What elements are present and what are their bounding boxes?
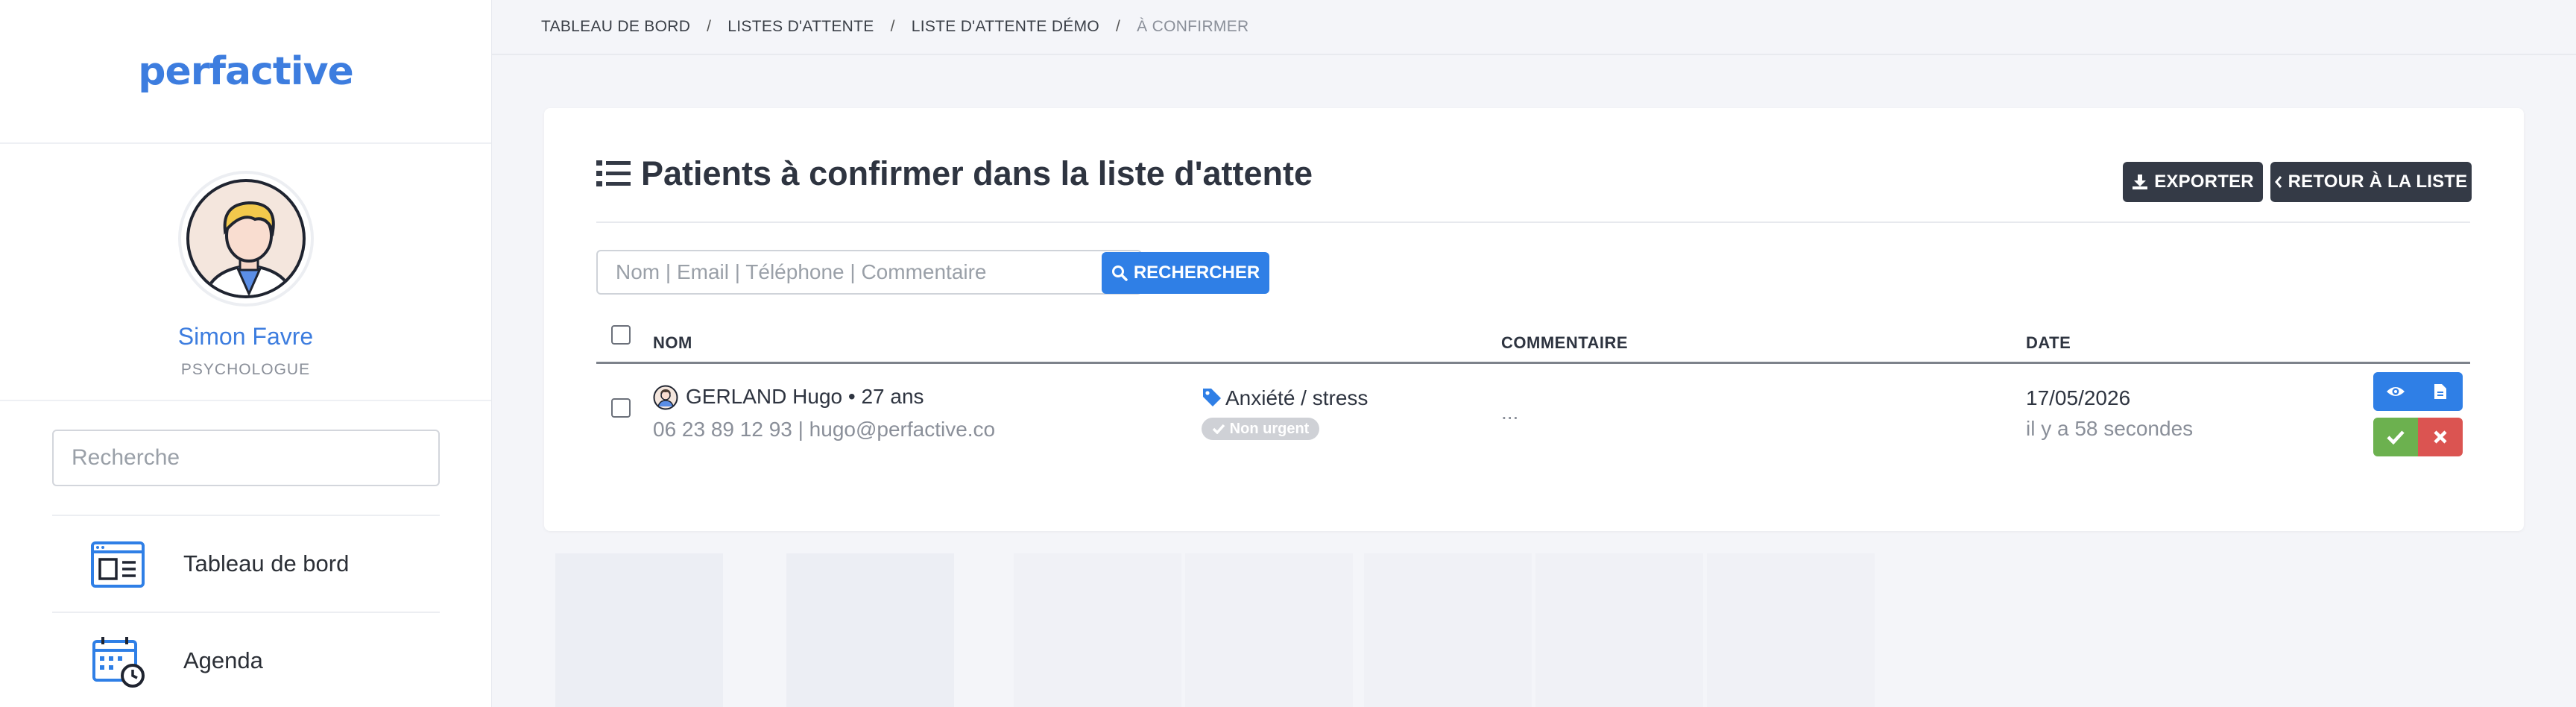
search-button[interactable]: RECHERCHER	[1102, 252, 1269, 294]
breadcrumb-separator: /	[890, 18, 895, 35]
export-button-label: EXPORTER	[2154, 172, 2254, 192]
date-cell: 17/05/2026	[2026, 386, 2131, 409]
breadcrumb-waiting-lists[interactable]: LISTES D'ATTENTE	[727, 18, 874, 36]
avatar[interactable]	[177, 171, 314, 307]
export-button[interactable]: EXPORTER	[2123, 162, 2263, 202]
sidebar-item-label: Agenda	[183, 647, 263, 673]
view-button[interactable]	[2373, 372, 2418, 411]
sidebar-item-dashboard[interactable]: Tableau de bord	[52, 516, 440, 612]
dashboard-icon	[91, 541, 145, 588]
confirm-button[interactable]	[2373, 418, 2418, 456]
table-header-rule	[596, 362, 2470, 364]
patient-tag: Anxiété / stress	[1225, 386, 1368, 409]
sidebar-item-label: Tableau de bord	[183, 550, 350, 576]
urgency-badge: Non urgent	[1202, 418, 1319, 440]
user-profile: Simon Favre PSYCHOLOGUE	[0, 144, 491, 401]
sidebar-item-agenda[interactable]: Agenda	[52, 613, 440, 707]
download-icon	[2133, 175, 2148, 189]
user-name[interactable]: Simon Favre	[178, 323, 313, 351]
back-button-label: RETOUR À LA LISTE	[2288, 172, 2468, 192]
background-placeholder	[1707, 553, 1875, 707]
check-icon	[1212, 424, 1225, 434]
logo-area: perfactive	[0, 0, 491, 144]
select-all-checkbox[interactable]	[611, 325, 631, 345]
breadcrumb-demo-list[interactable]: LISTE D'ATTENTE DÉMO	[912, 18, 1099, 36]
sidebar: perfactive Simon Favre PSYCHOLOGUE Reche…	[0, 0, 492, 707]
breadcrumb: TABLEAU DE BORD / LISTES D'ATTENTE / LIS…	[492, 0, 2576, 55]
background-placeholder	[786, 553, 954, 707]
search-icon	[1111, 265, 1128, 281]
sidebar-search-input[interactable]: Recherche	[52, 430, 440, 486]
background-placeholder	[1185, 553, 1353, 707]
breadcrumb-current: À CONFIRMER	[1137, 18, 1249, 35]
chevron-left-icon	[2274, 176, 2282, 188]
background-placeholder	[1535, 553, 1703, 707]
column-header-date[interactable]: DATE	[2026, 333, 2071, 353]
divider	[596, 221, 2470, 223]
background-placeholder	[1364, 553, 1532, 707]
background-placeholder	[555, 553, 723, 707]
page-title-text: Patients à confirmer dans la liste d'att…	[641, 154, 1313, 192]
check-icon	[2387, 430, 2405, 444]
breadcrumb-separator: /	[1116, 18, 1121, 35]
eye-icon	[2387, 387, 2405, 396]
user-role: PSYCHOLOGUE	[180, 361, 311, 378]
patient-avatar-icon	[653, 385, 678, 410]
breadcrumb-separator: /	[707, 18, 712, 35]
close-icon	[2434, 430, 2447, 444]
row-checkbox[interactable]	[611, 398, 631, 418]
search-button-label: RECHERCHER	[1133, 263, 1260, 283]
tag-icon	[1203, 389, 1221, 406]
list-icon	[596, 160, 631, 186]
column-header-comment[interactable]: COMMENTAIRE	[1501, 333, 1628, 353]
document-icon	[2434, 384, 2446, 399]
waiting-list-card: Patients à confirmer dans la liste d'att…	[544, 108, 2524, 531]
comment-cell: ...	[1501, 400, 1519, 424]
column-header-name[interactable]: NOM	[653, 333, 692, 353]
patient-search-input[interactable]: Nom | Email | Téléphone | Commentaire	[596, 250, 1142, 295]
avatar-illustration	[186, 179, 306, 298]
page-title: Patients à confirmer dans la liste d'att…	[596, 154, 1313, 193]
relative-time: il y a 58 secondes	[2026, 417, 2194, 440]
reject-button[interactable]	[2418, 418, 2463, 456]
document-button[interactable]	[2418, 372, 2463, 411]
back-to-list-button[interactable]: RETOUR À LA LISTE	[2270, 162, 2472, 202]
background-placeholder	[1014, 553, 1181, 707]
urgency-label: Non urgent	[1229, 420, 1310, 437]
app-logo[interactable]: perfactive	[138, 49, 354, 94]
patient-name[interactable]: GERLAND Hugo • 27 ans	[686, 385, 924, 409]
breadcrumb-dashboard[interactable]: TABLEAU DE BORD	[541, 18, 690, 36]
calendar-clock-icon	[92, 637, 145, 688]
patient-contact: 06 23 89 12 93 | hugo@perfactive.co	[653, 418, 996, 441]
